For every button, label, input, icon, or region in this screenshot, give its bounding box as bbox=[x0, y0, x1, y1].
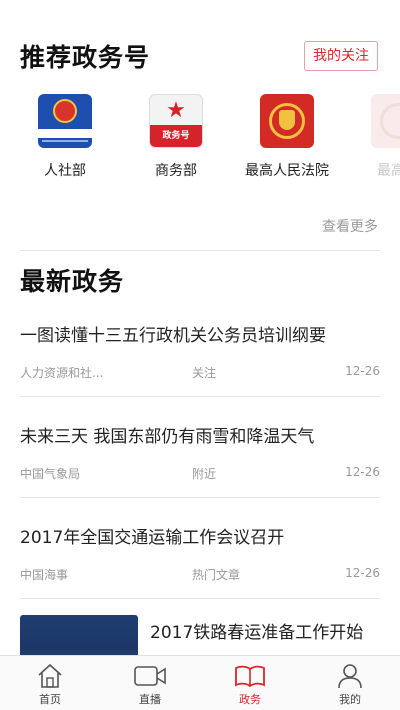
recommend-section-title: 推荐政务号 bbox=[20, 43, 151, 72]
mofcom-logo-icon: ★ 政务号 bbox=[149, 94, 203, 148]
news-headline[interactable]: 2017铁路春运准备工作开始 bbox=[150, 618, 363, 643]
account-name: 最高人民法院 bbox=[245, 163, 329, 179]
account-name: 最高人 bbox=[377, 163, 400, 179]
tab-label: 政务 bbox=[239, 693, 261, 706]
logo-caption: 政务号 bbox=[150, 125, 202, 147]
account-name: 商务部 bbox=[155, 163, 197, 179]
open-book-icon bbox=[200, 661, 300, 691]
item-divider bbox=[20, 396, 380, 397]
news-item[interactable]: 未来三天 我国东部仍有雨雪和降温天气 中国气象局 附近 12-26 bbox=[20, 422, 380, 481]
see-more-link[interactable]: 查看更多 bbox=[322, 216, 378, 236]
person-icon bbox=[300, 661, 400, 691]
home-icon bbox=[0, 661, 100, 691]
account-item-mofcom[interactable]: ★ 政务号 商务部 bbox=[126, 94, 226, 180]
news-date: 12-26 bbox=[345, 364, 380, 378]
my-follow-button[interactable]: 我的关注 bbox=[304, 41, 378, 71]
bottom-tab-bar: 首页 直播 政务 我的 bbox=[0, 655, 400, 710]
news-tag: 附近 bbox=[192, 467, 217, 481]
procuratorate-logo-icon bbox=[371, 94, 400, 148]
news-tag: 热门文章 bbox=[192, 568, 241, 582]
item-divider bbox=[20, 497, 380, 498]
account-item-supreme-court[interactable]: 最高人民法院 bbox=[237, 94, 337, 180]
tab-live[interactable]: 直播 bbox=[100, 656, 200, 710]
latest-section-title: 最新政务 bbox=[20, 267, 125, 296]
item-divider bbox=[20, 598, 380, 599]
news-item[interactable]: 一图读懂十三五行政机关公务员培训纲要 人力资源和社... 关注 12-26 bbox=[20, 321, 380, 380]
account-item-procuratorate[interactable]: 最高人 bbox=[348, 94, 400, 180]
supreme-court-logo-icon bbox=[260, 94, 314, 148]
recommended-accounts-carousel[interactable]: 人社部 ★ 政务号 商务部 最高人民法院 最高人 bbox=[0, 94, 400, 194]
news-date: 12-26 bbox=[345, 566, 380, 580]
news-headline: 未来三天 我国东部仍有雨雪和降温天气 bbox=[20, 427, 315, 447]
ministry-hrss-logo-icon bbox=[38, 94, 92, 148]
account-name: 人社部 bbox=[44, 163, 86, 179]
news-tag: 关注 bbox=[192, 366, 217, 380]
news-headline: 一图读懂十三五行政机关公务员培训纲要 bbox=[20, 326, 326, 346]
account-item-hrss[interactable]: 人社部 bbox=[15, 94, 115, 180]
news-item[interactable]: 2017年全国交通运输工作会议召开 中国海事 热门文章 12-26 bbox=[20, 523, 380, 582]
news-headline: 2017年全国交通运输工作会议召开 bbox=[20, 528, 285, 548]
tab-label: 首页 bbox=[39, 693, 61, 706]
tab-mine[interactable]: 我的 bbox=[300, 656, 400, 710]
section-divider bbox=[20, 250, 380, 251]
tab-government[interactable]: 政务 bbox=[200, 656, 300, 710]
news-date: 12-26 bbox=[345, 465, 380, 479]
news-source: 中国海事 bbox=[20, 568, 69, 582]
tab-home[interactable]: 首页 bbox=[0, 656, 100, 710]
tab-label: 直播 bbox=[139, 693, 161, 706]
tab-label: 我的 bbox=[339, 693, 361, 706]
video-camera-icon bbox=[100, 661, 200, 691]
news-source: 人力资源和社... bbox=[20, 366, 104, 380]
news-source: 中国气象局 bbox=[20, 467, 81, 481]
